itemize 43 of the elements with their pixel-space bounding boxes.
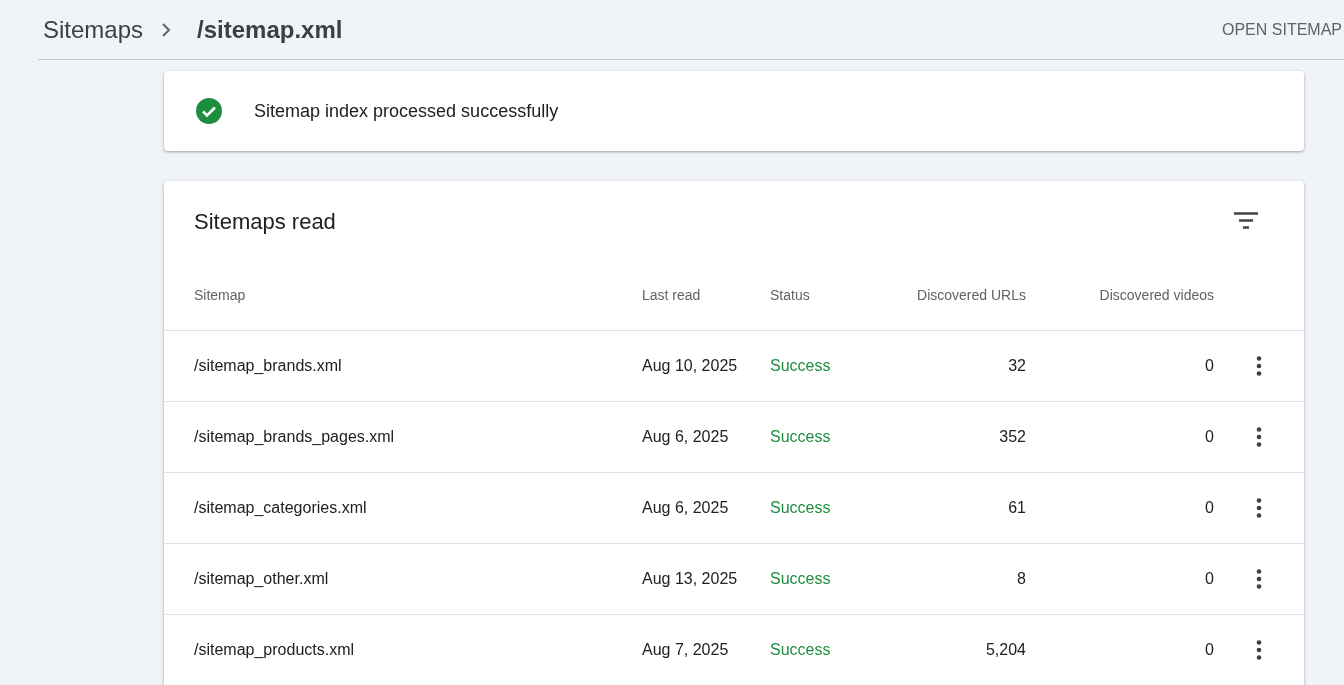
status-cell-text: Success <box>770 427 832 447</box>
more-options-icon[interactable] <box>1256 427 1262 447</box>
status-cell-text: Success <box>770 569 832 589</box>
sitemap-cell-text: /sitemap_other.xml <box>194 569 330 589</box>
card-title: Sitemaps read <box>194 207 336 236</box>
sitemap-cell-text: /sitemap_brands_pages.xml <box>194 427 396 447</box>
count-cell-text: 32 <box>1007 356 1026 376</box>
column-header: Discovered URLs <box>916 286 1026 305</box>
date-cell-text: Aug 6, 2025 <box>642 427 730 447</box>
status-cell-text: Success <box>770 640 832 660</box>
count-cell-text: 0 <box>1204 569 1214 589</box>
chevron-right-icon <box>161 22 172 37</box>
column-header: Discovered videos <box>1098 286 1214 305</box>
status-message: Sitemap index processed successfully <box>254 99 559 123</box>
date-cell-text: Aug 10, 2025 <box>642 356 739 376</box>
count-cell-text: 0 <box>1204 498 1214 518</box>
column-header: Sitemap <box>194 286 247 305</box>
breadcrumb-current: /sitemap.xml <box>196 14 343 45</box>
count-cell-text: 61 <box>1007 498 1026 518</box>
status-cell-text: Success <box>770 356 832 376</box>
count-cell-text: 352 <box>998 427 1026 447</box>
date-cell-text: Aug 7, 2025 <box>642 640 730 660</box>
sitemap-cell-text: /sitemap_categories.xml <box>194 498 368 518</box>
more-options-icon[interactable] <box>1256 569 1262 589</box>
count-cell-text: 5,204 <box>984 640 1026 660</box>
sitemap-cell-text: /sitemap_brands.xml <box>194 356 343 376</box>
date-cell-text: Aug 13, 2025 <box>642 569 739 589</box>
more-options-icon[interactable] <box>1256 498 1262 518</box>
column-header: Status <box>770 286 811 305</box>
more-options-icon[interactable] <box>1256 356 1262 376</box>
more-options-icon[interactable] <box>1256 640 1262 660</box>
sitemap-cell-text: /sitemap_products.xml <box>194 640 356 660</box>
breadcrumb-link[interactable]: Sitemaps <box>43 11 144 48</box>
date-cell-text: Aug 6, 2025 <box>642 498 730 518</box>
filter-icon[interactable] <box>1234 212 1258 230</box>
count-cell-text: 0 <box>1204 640 1214 660</box>
status-cell-text: Success <box>770 498 832 518</box>
count-cell-text: 8 <box>1016 569 1026 589</box>
count-cell-text: 0 <box>1204 356 1214 376</box>
column-header: Last read <box>642 286 702 305</box>
count-cell-text: 0 <box>1204 427 1214 447</box>
open-sitemap-link[interactable]: OPEN SITEMAP <box>1221 17 1344 42</box>
check-circle-icon <box>196 98 222 124</box>
